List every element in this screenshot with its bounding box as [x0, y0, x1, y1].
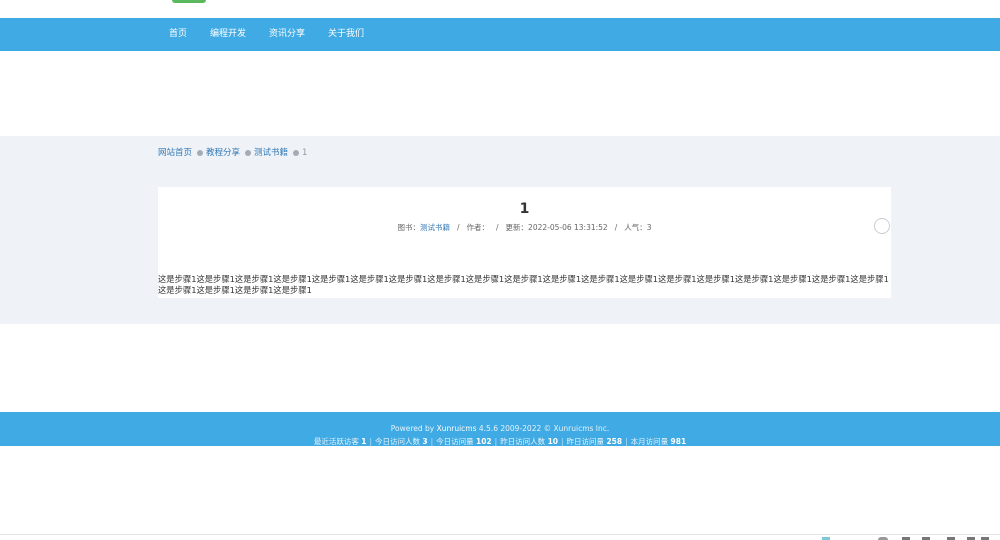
breadcrumb-separator-icon: [245, 150, 252, 156]
stat-label: 今日访问量: [436, 437, 474, 446]
footer-brand-link[interactable]: Xunruicms: [437, 424, 477, 433]
page-bottom-divider: [0, 534, 1000, 535]
meta-book-label: 图书：: [397, 223, 420, 232]
breadcrumb-book[interactable]: 测试书籍: [254, 147, 288, 159]
stat-label: 最近活跃访客: [313, 437, 359, 446]
nav-item-about[interactable]: 关于我们: [328, 18, 364, 51]
article-body: 这是步骤1这是步骤1这是步骤1这是步骤1这是步骤1这是步骤1这是步骤1这是步骤1…: [158, 274, 889, 295]
meta-separator: /: [614, 223, 618, 232]
article-meta: 图书：测试书籍 / 作者： / 更新：2022-05-06 13:31:52 / 人气：3: [158, 223, 891, 233]
footer-powered-suffix: 4.5.6 2009-2022 © Xunruicms Inc.: [476, 424, 610, 433]
stat-value: 258: [606, 437, 623, 446]
article-card: 1 图书：测试书籍 / 作者： / 更新：2022-05-06 13:31:52 / 人气：…: [158, 187, 891, 298]
stat-value: 981: [670, 437, 687, 446]
site-footer: Powered by Xunruicms 4.5.6 2009-2022 © X…: [0, 412, 1000, 446]
site-logo[interactable]: [172, 0, 206, 3]
breadcrumb-separator-icon: [197, 150, 204, 156]
footer-powered-by: Powered by Xunruicms 4.5.6 2009-2022 © X…: [0, 424, 1000, 434]
meta-author-label: 作者：: [466, 223, 490, 232]
breadcrumb-category[interactable]: 教程分享: [206, 147, 240, 159]
meta-separator: /: [496, 223, 499, 232]
breadcrumb-current: 1: [302, 148, 308, 158]
stat-value: 10: [547, 437, 559, 446]
nav-item-home[interactable]: 首页: [169, 18, 187, 51]
breadcrumb: 网站首页 教程分享 测试书籍 1: [158, 147, 307, 159]
stat-label: 今日访问人数: [374, 437, 420, 446]
meta-updated-value: 2022-05-06 13:31:52: [528, 223, 608, 232]
meta-separator: /: [456, 223, 460, 232]
stat-value: 3: [422, 437, 428, 446]
main-navbar: 首页 编程开发 资讯分享 关于我们: [0, 18, 1000, 51]
meta-views-label: 人气：: [624, 223, 647, 232]
stat-label: 昨日访问量: [566, 437, 605, 446]
breadcrumb-separator-icon: [293, 150, 300, 156]
meta-updated-label: 更新：: [505, 223, 529, 232]
nav-item-news[interactable]: 资讯分享: [269, 18, 305, 51]
circle-icon[interactable]: [874, 218, 890, 234]
meta-book-link[interactable]: 测试书籍: [420, 223, 450, 232]
footer-powered-prefix: Powered by: [390, 424, 437, 433]
stat-label: 本月访问量: [630, 437, 669, 446]
footer-stats: 最近活跃访客 1 | 今日访问人数 3 | 今日访问量 102 | 昨日访问人数 10 | 昨日…: [313, 437, 687, 446]
stat-value: 1: [361, 437, 367, 446]
stat-label: 昨日访问人数: [500, 437, 546, 446]
breadcrumb-home[interactable]: 网站首页: [158, 147, 192, 159]
stat-value: 102: [476, 437, 492, 446]
nav-item-programming[interactable]: 编程开发: [210, 18, 246, 51]
article-title: 1: [519, 201, 530, 217]
meta-views-value: 3: [646, 223, 652, 232]
